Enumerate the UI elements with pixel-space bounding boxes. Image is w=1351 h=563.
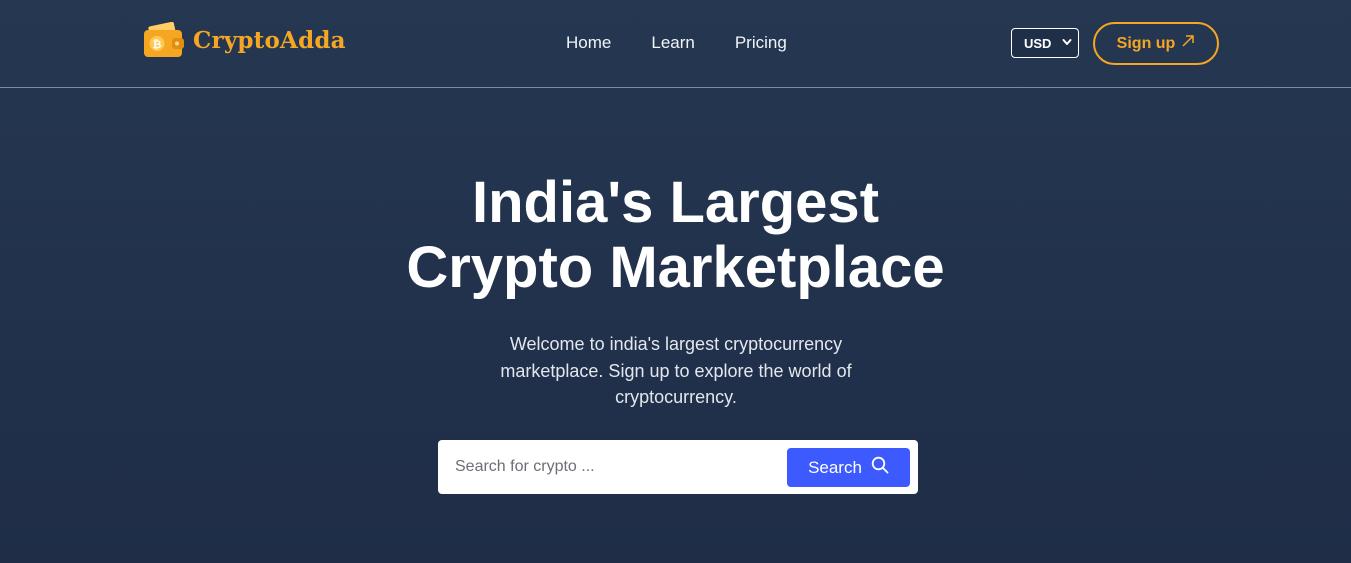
- search-icon: [871, 456, 889, 479]
- arrow-up-right-icon: [1181, 34, 1195, 53]
- nav-link-home[interactable]: Home: [566, 33, 611, 53]
- navbar: ₿ CryptoAdda Home Learn Pricing USD Sign…: [0, 0, 1351, 88]
- chevron-down-icon: [1062, 34, 1072, 52]
- signup-label: Sign up: [1116, 34, 1176, 52]
- currency-selected-value: USD: [1024, 35, 1052, 51]
- hero-subtitle: Welcome to india's largest cryptocurrenc…: [500, 334, 852, 407]
- bitcoin-wallet-icon: ₿: [143, 21, 185, 58]
- main-nav: Home Learn Pricing: [566, 33, 787, 53]
- hero-title: India's Largest Crypto Marketplace: [0, 170, 1351, 300]
- nav-link-learn[interactable]: Learn: [651, 33, 694, 53]
- currency-select[interactable]: USD: [1011, 28, 1079, 58]
- hero-title-line-1: India's Largest: [471, 170, 880, 235]
- brand-logo[interactable]: ₿ CryptoAdda: [143, 21, 346, 58]
- hero-title-line-2: Crypto Marketplace: [406, 235, 945, 300]
- signup-button[interactable]: Sign up: [1093, 22, 1219, 65]
- search-button[interactable]: Search: [787, 448, 910, 487]
- search-button-label: Search: [808, 457, 862, 477]
- search-bar: Search: [438, 440, 918, 494]
- nav-link-pricing[interactable]: Pricing: [735, 33, 787, 53]
- brand-name: CryptoAdda: [193, 26, 346, 54]
- search-input[interactable]: [438, 440, 778, 494]
- svg-text:₿: ₿: [153, 38, 162, 51]
